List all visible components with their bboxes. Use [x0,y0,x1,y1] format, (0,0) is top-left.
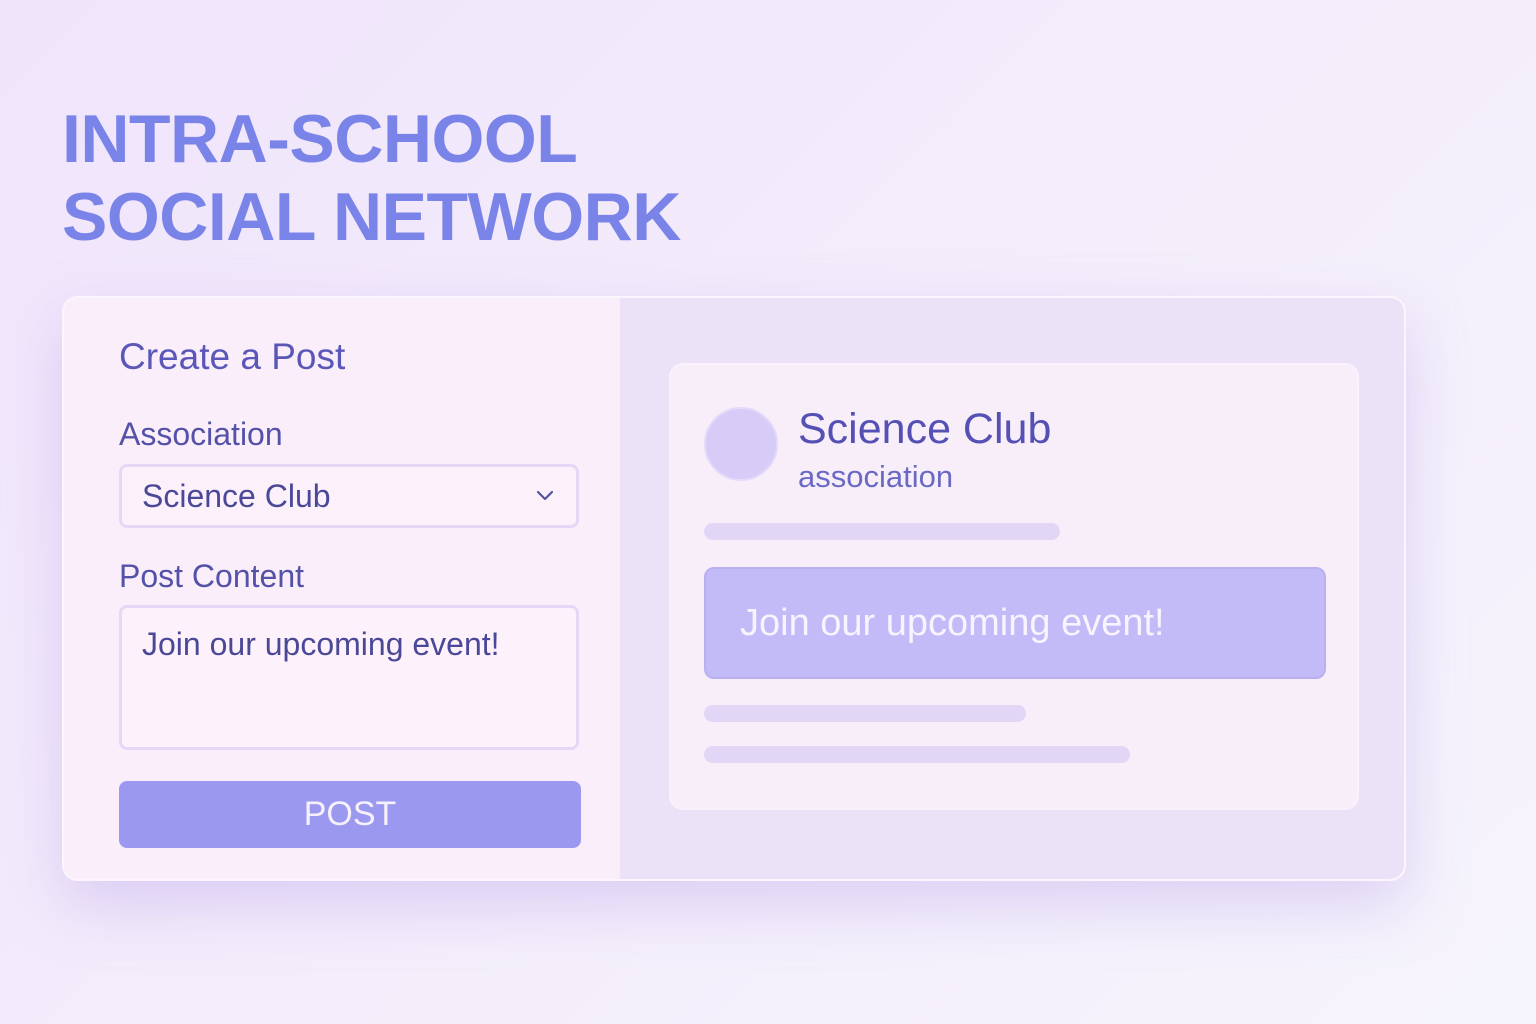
association-select[interactable]: Science Club [119,464,579,528]
preview-pane: Science Club association Join our upcomi… [620,298,1404,879]
page-title: INTRA-SCHOOL SOCIAL NETWORK [62,101,681,255]
association-label: Association [119,416,283,452]
placeholder-line [704,705,1026,722]
composer-heading: Create a Post [119,336,346,377]
avatar [704,407,778,481]
preview-post-text: Join our upcoming event! [704,567,1326,679]
preview-association-type: association [798,459,954,494]
preview-association-name: Science Club [798,405,1052,453]
placeholder-line [704,523,1060,540]
association-select-value: Science Club [142,477,331,514]
placeholder-line [704,746,1130,763]
post-content-label: Post Content [119,558,304,594]
post-composer: Create a Post Association Science Club P… [64,298,620,879]
post-content-textarea[interactable]: Join our upcoming event! [119,605,579,750]
post-preview-card: Science Club association Join our upcomi… [669,363,1359,810]
post-button[interactable]: POST [119,781,581,848]
chevron-down-icon [534,485,556,507]
post-card: Create a Post Association Science Club P… [62,296,1406,881]
